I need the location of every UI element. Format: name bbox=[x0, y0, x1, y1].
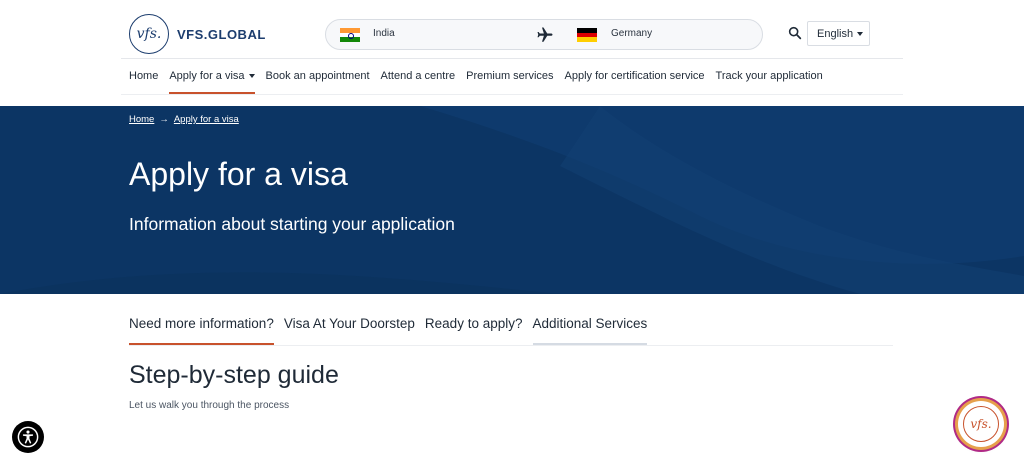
hero-background-waves bbox=[0, 106, 1024, 294]
nav-item-book-appointment[interactable]: Book an appointment bbox=[266, 68, 370, 94]
chevron-down-icon bbox=[857, 31, 864, 36]
page-subtitle: Information about starting your applicat… bbox=[129, 214, 455, 234]
accessibility-icon bbox=[17, 426, 39, 448]
vfs-logo-text: VFS.GLOBAL bbox=[177, 26, 266, 42]
nav-item-premium-services[interactable]: Premium services bbox=[466, 68, 553, 94]
india-flag-icon bbox=[340, 28, 360, 42]
content-tabs: Need more information? Visa At Your Door… bbox=[129, 316, 647, 345]
nav-item-certification-service[interactable]: Apply for certification service bbox=[565, 68, 705, 94]
accessibility-button[interactable] bbox=[12, 421, 44, 453]
tab-ready-to-apply[interactable]: Ready to apply? bbox=[425, 316, 523, 345]
tab-need-more-information[interactable]: Need more information? bbox=[129, 316, 274, 345]
vfs-logo[interactable]: vfs. VFS.GLOBAL bbox=[129, 14, 266, 54]
vfs-logo-mark: vfs. bbox=[129, 14, 169, 54]
from-country-label[interactable]: India bbox=[373, 28, 395, 39]
section-title: Step-by-step guide bbox=[129, 361, 339, 389]
page-title: Apply for a visa bbox=[129, 156, 348, 192]
country-route-selector[interactable]: India Germany bbox=[325, 19, 763, 50]
language-label: English bbox=[817, 27, 854, 40]
nav-item-attend-centre[interactable]: Attend a centre bbox=[381, 68, 456, 94]
nav-divider bbox=[121, 94, 903, 95]
language-selector[interactable]: English bbox=[807, 21, 870, 46]
chevron-down-icon bbox=[248, 74, 255, 78]
tab-additional-services[interactable]: Additional Services bbox=[532, 316, 647, 345]
search-icon[interactable] bbox=[787, 25, 803, 41]
arrow-right-icon: → bbox=[159, 114, 169, 125]
section-subtitle: Let us walk you through the process bbox=[129, 400, 290, 411]
nav-item-apply-for-a-visa[interactable]: Apply for a visa bbox=[169, 68, 255, 94]
to-country-label[interactable]: Germany bbox=[611, 28, 652, 39]
tabs-divider bbox=[129, 345, 893, 346]
chat-assistant-button[interactable]: vfs. bbox=[958, 401, 1004, 447]
tab-visa-at-your-doorstep[interactable]: Visa At Your Doorstep bbox=[284, 316, 415, 345]
airplane-icon bbox=[537, 27, 553, 42]
site-header: vfs. VFS.GLOBAL India Germany English bbox=[0, 0, 1024, 60]
nav-item-track-application[interactable]: Track your application bbox=[716, 68, 823, 94]
main-nav: Home Apply for a visa Book an appointmen… bbox=[129, 68, 823, 94]
breadcrumb-home-link[interactable]: Home bbox=[129, 114, 154, 125]
breadcrumb-current-link[interactable]: Apply for a visa bbox=[174, 114, 239, 125]
breadcrumb: Home → Apply for a visa bbox=[129, 114, 239, 125]
nav-item-home[interactable]: Home bbox=[129, 68, 158, 94]
chat-vfs-logo: vfs. bbox=[963, 406, 999, 442]
hero-banner: Home → Apply for a visa Apply for a visa… bbox=[0, 106, 1024, 294]
header-divider bbox=[121, 58, 903, 59]
germany-flag-icon bbox=[577, 28, 597, 42]
